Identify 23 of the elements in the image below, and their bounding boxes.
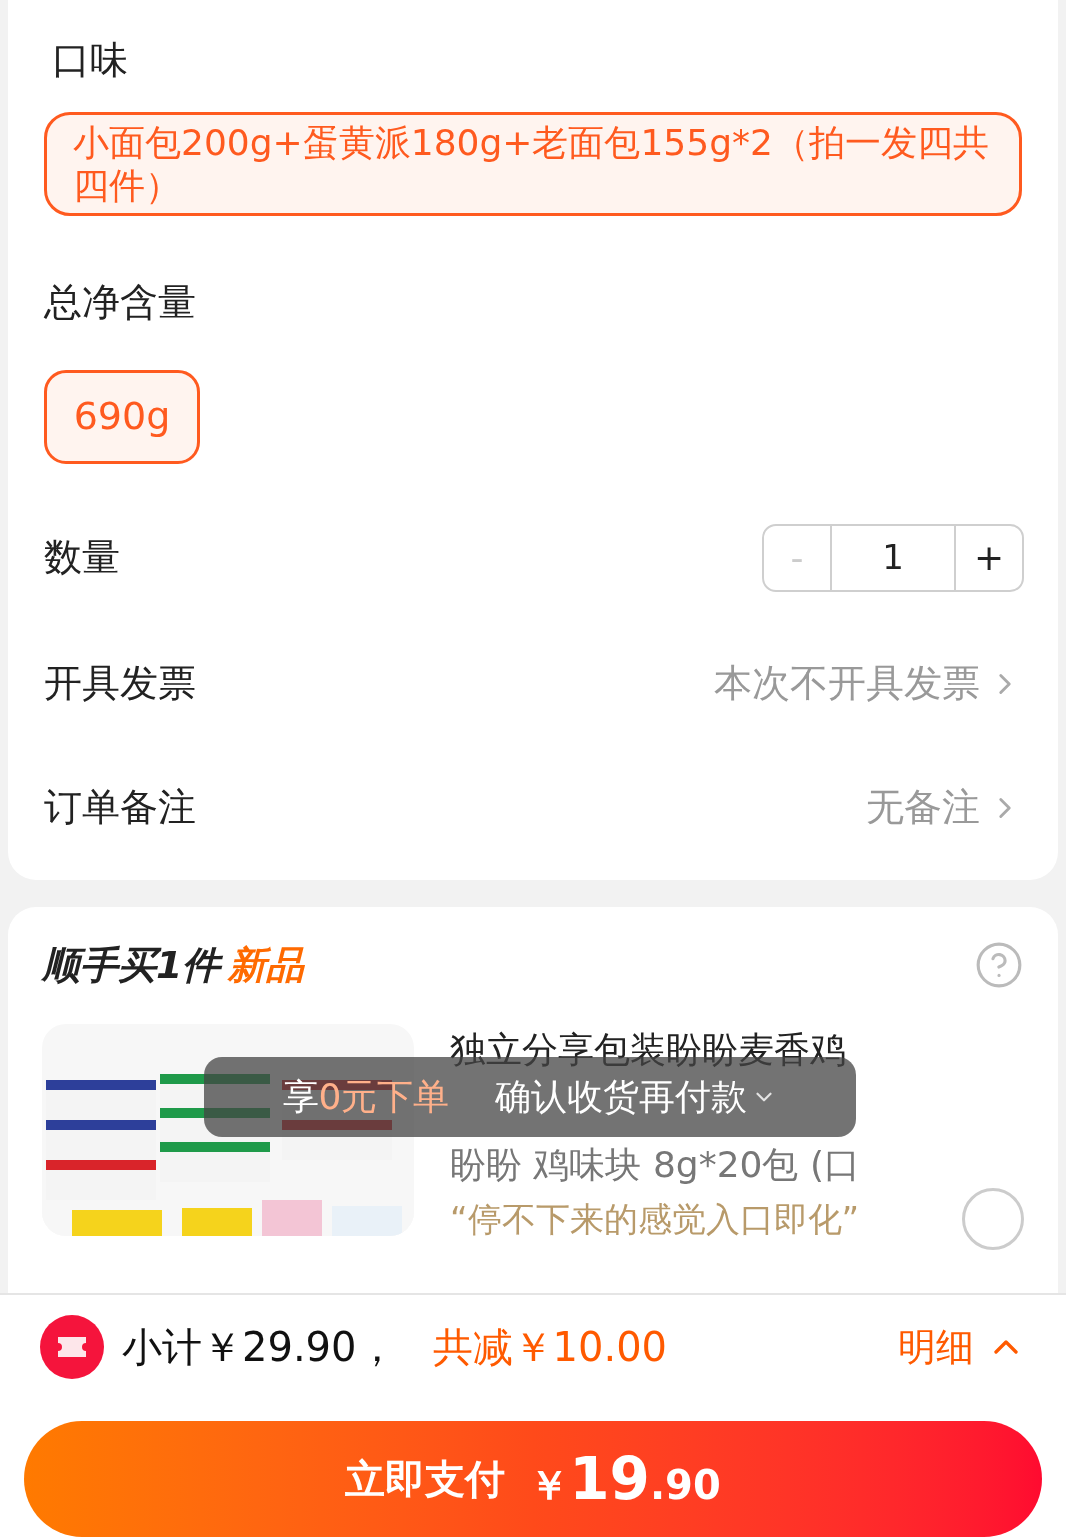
ticket-icon: [40, 1315, 104, 1379]
toast-text: 确认收货再付款: [495, 1074, 748, 1119]
row-label: 开具发票: [44, 660, 196, 708]
discount: 共减￥10.00: [432, 1323, 668, 1372]
toast-offer: 享0元下单: [282, 1074, 450, 1119]
quantity-field[interactable]: 1: [830, 525, 956, 590]
pay-button[interactable]: 立即支付 ￥19.90: [24, 1421, 1042, 1537]
invoice-value[interactable]: 本次不开具发票: [714, 655, 980, 713]
subtotal: 小计￥29.90，: [122, 1323, 397, 1372]
row-label: 订单备注: [44, 784, 196, 832]
select-radio[interactable]: [962, 1188, 1024, 1251]
plus-button[interactable]: +: [956, 525, 1022, 590]
flavor-option[interactable]: 小面包200g+蛋黄派180g+老面包155g*2（拍一发四共四件）: [44, 111, 1022, 217]
note-value[interactable]: 无备注: [866, 779, 980, 837]
weight-option[interactable]: 690g: [44, 369, 200, 464]
product-subtitle: 盼盼 鸡味块 8g*20包 (口: [450, 1143, 860, 1187]
addon-title: 顺手买1件: [42, 941, 221, 989]
new-label: 新品: [228, 941, 305, 989]
details-button[interactable]: 明细: [898, 1318, 1026, 1376]
row-label: 数量: [44, 534, 120, 582]
section-label: 总净含量: [44, 282, 197, 324]
product-quote: “停不下来的感觉入口即化”: [450, 1197, 860, 1241]
section-label: 口味: [51, 40, 129, 82]
